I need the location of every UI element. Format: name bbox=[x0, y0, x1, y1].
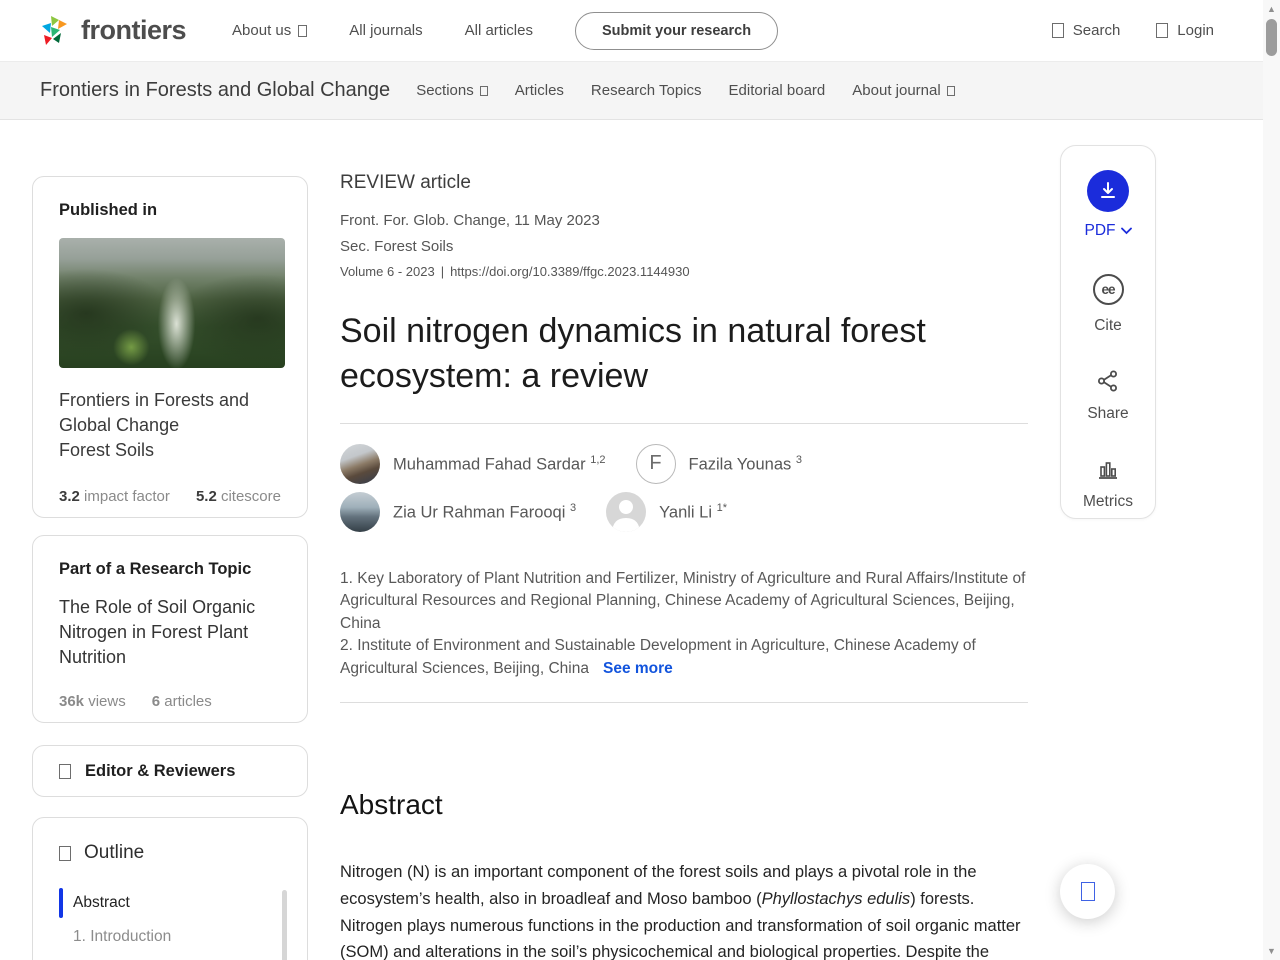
nav-about-journal[interactable]: About journal bbox=[852, 82, 955, 99]
article-toolbar: PDF ee Cite Share Metrics bbox=[1060, 145, 1156, 519]
outline-item-abstract[interactable]: Abstract bbox=[59, 886, 281, 920]
see-more-link[interactable]: See more bbox=[603, 660, 673, 677]
article-volume-doi: Volume 6 - 2023 | https://doi.org/10.338… bbox=[340, 264, 1028, 279]
editors-reviewers-card[interactable]: Editor & Reviewers bbox=[32, 745, 308, 797]
outline-header[interactable]: Outline bbox=[59, 842, 281, 864]
top-navbar: frontiers About us All journals All arti… bbox=[0, 0, 1280, 62]
citescore-stat: 5.2 citescore bbox=[195, 487, 281, 505]
share-icon bbox=[1098, 370, 1117, 392]
research-topic-heading: Part of a Research Topic bbox=[59, 560, 252, 578]
list-icon bbox=[59, 845, 71, 861]
author-initial-avatar: F bbox=[635, 443, 676, 484]
article-title: Soil nitrogen dynamics in natural forest… bbox=[340, 312, 926, 395]
journal-cover-image[interactable] bbox=[59, 238, 285, 368]
frontiers-logo-icon bbox=[42, 15, 67, 45]
published-in-heading: Published in bbox=[59, 201, 158, 219]
chat-icon bbox=[1080, 882, 1095, 901]
divider bbox=[340, 422, 1028, 424]
research-topic-card: Part of a Research Topic The Role of Soi… bbox=[32, 535, 308, 723]
login-button[interactable]: Login bbox=[1156, 22, 1214, 39]
chevron-down-icon bbox=[298, 24, 308, 37]
nav-editorial-board[interactable]: Editorial board bbox=[729, 82, 826, 99]
journal-stats: 3.2 impact factor 5.2 citescore bbox=[59, 488, 281, 505]
section-link[interactable]: Forest Soils bbox=[59, 438, 281, 463]
search-button[interactable]: Search bbox=[1051, 22, 1120, 39]
articles-stat: 6 articles bbox=[151, 692, 212, 710]
abstract-text: Nitrogen (N) is an important component o… bbox=[340, 863, 1021, 960]
chevron-down-icon bbox=[479, 85, 488, 96]
affiliation-2: 2. Institute of Environment and Sustaina… bbox=[340, 637, 976, 677]
volume-label: Volume 6 - 2023 bbox=[340, 264, 435, 279]
nav-articles[interactable]: Articles bbox=[515, 82, 564, 99]
nav-about-us[interactable]: About us bbox=[232, 22, 308, 39]
page-scrollbar[interactable]: ▲ ▼ bbox=[1263, 0, 1280, 960]
top-nav-links: About us All journals All articles bbox=[232, 22, 533, 39]
author-avatar bbox=[340, 443, 380, 484]
views-stat: 36k views bbox=[59, 692, 126, 710]
nav-all-articles[interactable]: All articles bbox=[465, 22, 533, 39]
research-topic-link[interactable]: The Role of Soil Organic Nitrogen in For… bbox=[59, 595, 281, 671]
scroll-up-arrow[interactable]: ▲ bbox=[1263, 2, 1280, 16]
scroll-down-arrow[interactable]: ▼ bbox=[1263, 944, 1280, 958]
article-content: REVIEW article Front. For. Glob. Change,… bbox=[340, 140, 1028, 960]
search-icon bbox=[1051, 23, 1064, 38]
person-placeholder-icon bbox=[606, 491, 647, 532]
doi-link[interactable]: https://doi.org/10.3389/ffgc.2023.114493… bbox=[450, 264, 690, 279]
journal-navbar: Frontiers in Forests and Global Change S… bbox=[0, 62, 1280, 120]
article-type-label: REVIEW article bbox=[340, 172, 471, 193]
article-citation: Front. For. Glob. Change, 11 May 2023 bbox=[340, 212, 600, 229]
outline-card: Outline Abstract 1. Introduction bbox=[32, 817, 308, 960]
author-sardar[interactable]: Muhammad Fahad Sardar 1,2 bbox=[340, 443, 606, 484]
author-li[interactable]: Yanli Li 1* bbox=[606, 491, 727, 532]
journal-link[interactable]: Frontiers in Forests and Global Change bbox=[59, 388, 281, 438]
published-in-card: Published in Frontiers in Forests and Gl… bbox=[32, 176, 308, 518]
separator: | bbox=[440, 264, 445, 279]
affiliations: 1. Key Laboratory of Plant Nutrition and… bbox=[340, 568, 1028, 680]
download-icon bbox=[1101, 182, 1115, 198]
chat-help-button[interactable] bbox=[1060, 864, 1115, 919]
editors-reviewers-label: Editor & Reviewers bbox=[85, 761, 236, 780]
nav-all-journals[interactable]: All journals bbox=[349, 22, 422, 39]
author-list: Muhammad Fahad Sardar 1,2 F Fazila Youna… bbox=[340, 443, 1028, 532]
quote-icon: ee bbox=[1092, 274, 1124, 305]
frontiers-logo[interactable]: frontiers bbox=[38, 14, 187, 48]
research-topic-stats: 36k views 6 articles bbox=[59, 693, 281, 710]
logo-wordmark: frontiers bbox=[81, 15, 187, 45]
affiliation-1: 1. Key Laboratory of Plant Nutrition and… bbox=[340, 569, 1026, 632]
outline-list: Abstract 1. Introduction bbox=[59, 886, 287, 960]
chevron-down-icon bbox=[946, 85, 955, 96]
scrollbar-thumb[interactable] bbox=[1266, 19, 1277, 56]
frontiers-article-page: frontiers About us All journals All arti… bbox=[0, 0, 1280, 960]
article-section: Sec. Forest Soils bbox=[340, 238, 454, 255]
author-younas[interactable]: F Fazila Younas 3 bbox=[635, 443, 802, 484]
user-icon bbox=[1156, 23, 1169, 38]
divider bbox=[340, 702, 1028, 704]
outline-label: Outline bbox=[84, 842, 145, 863]
author-avatar bbox=[340, 491, 380, 532]
outline-scrollbar[interactable] bbox=[282, 890, 287, 960]
author-farooqi[interactable]: Zia Ur Rahman Farooqi 3 bbox=[340, 491, 576, 532]
bar-chart-icon bbox=[1098, 462, 1117, 479]
cite-button[interactable]: ee Cite bbox=[1092, 274, 1124, 335]
nav-sections[interactable]: Sections bbox=[416, 82, 488, 99]
share-button[interactable]: Share bbox=[1087, 369, 1129, 423]
journal-nav-links: Sections Articles Research Topics Editor… bbox=[416, 82, 955, 99]
submit-research-button[interactable]: Submit your research bbox=[574, 11, 779, 50]
journal-home-link[interactable]: Frontiers in Forests and Global Change bbox=[40, 79, 390, 102]
abstract-heading: Abstract bbox=[340, 789, 443, 821]
chevron-down-icon bbox=[1120, 227, 1132, 235]
pdf-dropdown[interactable]: PDF bbox=[1085, 222, 1132, 240]
species-name-italic: Phyllostachys edulis bbox=[761, 889, 911, 908]
outline-item-introduction[interactable]: 1. Introduction bbox=[59, 920, 281, 954]
pdf-download-button[interactable] bbox=[1087, 170, 1129, 212]
nav-research-topics[interactable]: Research Topics bbox=[591, 82, 702, 99]
impact-factor-stat: 3.2 impact factor bbox=[59, 487, 170, 505]
metrics-button[interactable]: Metrics bbox=[1083, 457, 1133, 511]
top-nav-right: Search Login bbox=[1051, 22, 1250, 39]
people-icon bbox=[59, 763, 71, 779]
